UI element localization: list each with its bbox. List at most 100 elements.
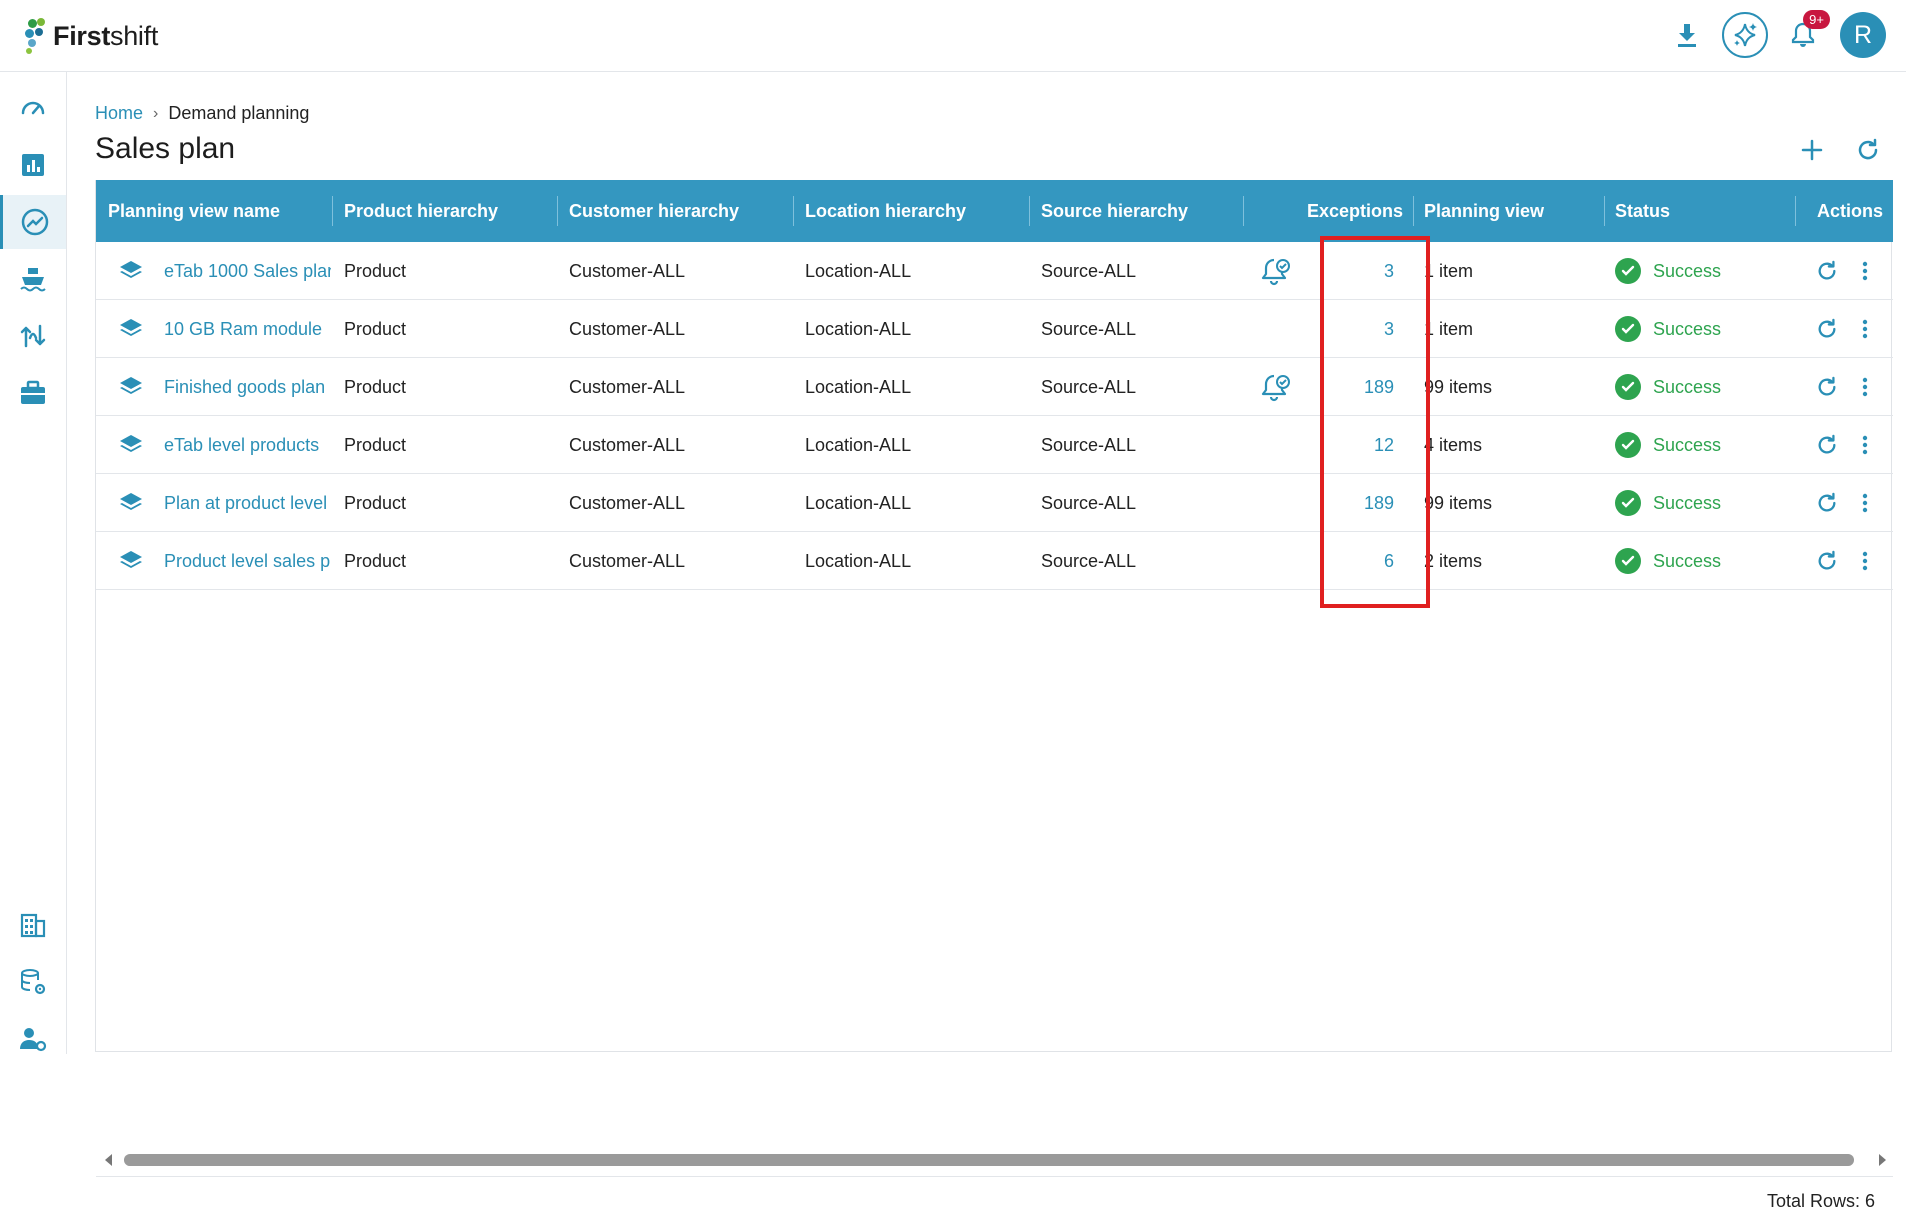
header-planning-view-name[interactable]: Planning view name bbox=[108, 180, 280, 242]
planning-view-name-link[interactable]: Plan at product level bbox=[164, 474, 331, 532]
customer-hierarchy-cell: Customer-ALL bbox=[569, 376, 686, 397]
row-more-menu-button[interactable] bbox=[1862, 358, 1876, 416]
logo-text: Firstshift bbox=[53, 20, 159, 51]
planning-view-count: 1 item bbox=[1424, 260, 1474, 281]
status-text: Success bbox=[1653, 318, 1722, 339]
breadcrumb: Home › Demand planning bbox=[95, 103, 309, 124]
refresh-icon bbox=[1818, 492, 1836, 512]
logo-mark-icon bbox=[25, 17, 49, 55]
exception-alert-icon[interactable] bbox=[1261, 242, 1295, 300]
product-hierarchy-cell: Product bbox=[344, 318, 407, 339]
header-source-hierarchy[interactable]: Source hierarchy bbox=[1041, 180, 1188, 242]
refresh-button[interactable] bbox=[1850, 132, 1886, 168]
table-row[interactable]: eTab 1000 Sales plan Product Customer-AL… bbox=[96, 242, 1893, 300]
kebab-menu-icon bbox=[1862, 377, 1868, 397]
header-planning-view[interactable]: Planning view bbox=[1424, 180, 1544, 242]
row-refresh-button[interactable] bbox=[1816, 416, 1842, 474]
table-row[interactable]: Product level sales plan Product Custome… bbox=[96, 532, 1893, 590]
row-refresh-button[interactable] bbox=[1816, 300, 1842, 358]
kebab-menu-icon bbox=[1862, 261, 1868, 281]
breadcrumb-home-link[interactable]: Home bbox=[95, 103, 143, 124]
planning-view-count: 4 items bbox=[1424, 434, 1483, 455]
row-more-menu-button[interactable] bbox=[1862, 474, 1876, 532]
product-hierarchy-cell: Product bbox=[344, 376, 407, 397]
row-more-menu-button[interactable] bbox=[1862, 416, 1876, 474]
row-more-menu-button[interactable] bbox=[1862, 242, 1876, 300]
scroll-right-icon[interactable] bbox=[1877, 1152, 1889, 1168]
sidebar-item-demand-planning[interactable] bbox=[0, 195, 66, 249]
download-icon bbox=[1678, 24, 1696, 47]
customer-hierarchy-cell: Customer-ALL bbox=[569, 550, 686, 571]
kebab-menu-icon bbox=[1862, 319, 1868, 339]
refresh-icon bbox=[1818, 550, 1836, 570]
planning-view-name-link[interactable]: Finished goods plan bbox=[164, 358, 331, 416]
row-refresh-button[interactable] bbox=[1816, 474, 1842, 532]
header-exceptions[interactable]: Exceptions bbox=[1307, 180, 1403, 242]
planning-view-name-link[interactable]: Product level sales plan bbox=[164, 532, 331, 590]
success-check-icon bbox=[1615, 316, 1641, 342]
briefcase-icon bbox=[21, 380, 45, 404]
notifications-button[interactable]: 9+ bbox=[1780, 10, 1830, 58]
location-hierarchy-cell: Location-ALL bbox=[805, 318, 912, 339]
table-row[interactable]: eTab level products Product Customer-ALL… bbox=[96, 416, 1893, 474]
user-avatar[interactable]: R bbox=[1840, 12, 1886, 58]
planning-view-name-link[interactable]: eTab level products bbox=[164, 416, 331, 474]
download-button[interactable] bbox=[1664, 12, 1710, 58]
row-refresh-button[interactable] bbox=[1816, 532, 1842, 590]
header-product-hierarchy[interactable]: Product hierarchy bbox=[344, 180, 498, 242]
table-row[interactable]: Plan at product level Product Customer-A… bbox=[96, 474, 1893, 532]
location-hierarchy-cell: Location-ALL bbox=[805, 434, 912, 455]
header-status[interactable]: Status bbox=[1615, 180, 1670, 242]
success-check-icon bbox=[1615, 258, 1641, 284]
planning-view-count: 99 items bbox=[1424, 492, 1493, 513]
layers-icon bbox=[118, 474, 144, 532]
status-badge: Success bbox=[1615, 474, 1785, 532]
customer-hierarchy-cell: Customer-ALL bbox=[569, 260, 686, 281]
status-text: Success bbox=[1653, 376, 1722, 397]
status-badge: Success bbox=[1615, 416, 1785, 474]
planning-view-name-link[interactable]: eTab 1000 Sales plan bbox=[164, 242, 331, 300]
scrollbar-thumb[interactable] bbox=[124, 1154, 1854, 1166]
trend-icon bbox=[21, 208, 48, 236]
success-check-icon bbox=[1615, 374, 1641, 400]
row-refresh-button[interactable] bbox=[1816, 358, 1842, 416]
table-row[interactable]: 10 GB Ram module Product Customer-ALL Lo… bbox=[96, 300, 1893, 358]
exceptions-highlight-box bbox=[1320, 236, 1430, 608]
status-badge: Success bbox=[1615, 300, 1785, 358]
sidebar-item-supply[interactable] bbox=[0, 252, 66, 306]
header-location-hierarchy[interactable]: Location hierarchy bbox=[805, 180, 966, 242]
sidebar-item-routes[interactable] bbox=[0, 309, 66, 363]
row-more-menu-button[interactable] bbox=[1862, 532, 1876, 590]
header-actions: Actions bbox=[1817, 200, 1884, 221]
location-hierarchy-cell: Location-ALL bbox=[805, 550, 912, 571]
source-hierarchy-cell: Source-ALL bbox=[1041, 492, 1137, 513]
kebab-menu-icon bbox=[1862, 435, 1868, 455]
planning-view-name-link[interactable]: 10 GB Ram module bbox=[164, 300, 331, 358]
layers-icon bbox=[118, 532, 144, 590]
source-hierarchy-cell: Source-ALL bbox=[1041, 550, 1137, 571]
scroll-left-icon[interactable] bbox=[102, 1152, 114, 1168]
sidebar-item-dashboard[interactable] bbox=[0, 81, 66, 135]
sidebar-item-reports[interactable] bbox=[0, 138, 66, 192]
customer-hierarchy-cell: Customer-ALL bbox=[569, 492, 686, 513]
location-hierarchy-cell: Location-ALL bbox=[805, 492, 912, 513]
breadcrumb-separator: › bbox=[153, 104, 159, 122]
sidebar-item-user-settings[interactable] bbox=[0, 1012, 66, 1066]
plus-icon bbox=[1801, 139, 1823, 161]
sidebar-item-portfolio[interactable] bbox=[0, 366, 66, 420]
firstshift-logo[interactable]: Firstshift bbox=[25, 17, 158, 55]
row-refresh-button[interactable] bbox=[1816, 242, 1842, 300]
total-rows: Total Rows: 6 bbox=[1766, 1191, 1875, 1211]
planning-view-count: 2 items bbox=[1424, 550, 1483, 571]
horizontal-scrollbar[interactable] bbox=[96, 1148, 1893, 1170]
table-row[interactable]: Finished goods plan Product Customer-ALL… bbox=[96, 358, 1893, 416]
ai-assistant-button[interactable] bbox=[1722, 12, 1768, 58]
header-customer-hierarchy[interactable]: Customer hierarchy bbox=[569, 180, 739, 242]
sidebar-item-organization[interactable] bbox=[0, 898, 66, 952]
add-button[interactable] bbox=[1794, 132, 1830, 168]
product-hierarchy-cell: Product bbox=[344, 550, 407, 571]
sidebar-item-data-settings[interactable] bbox=[0, 955, 66, 1009]
planning-view-count: 1 item bbox=[1424, 318, 1474, 339]
exception-alert-icon[interactable] bbox=[1261, 358, 1295, 416]
row-more-menu-button[interactable] bbox=[1862, 300, 1876, 358]
